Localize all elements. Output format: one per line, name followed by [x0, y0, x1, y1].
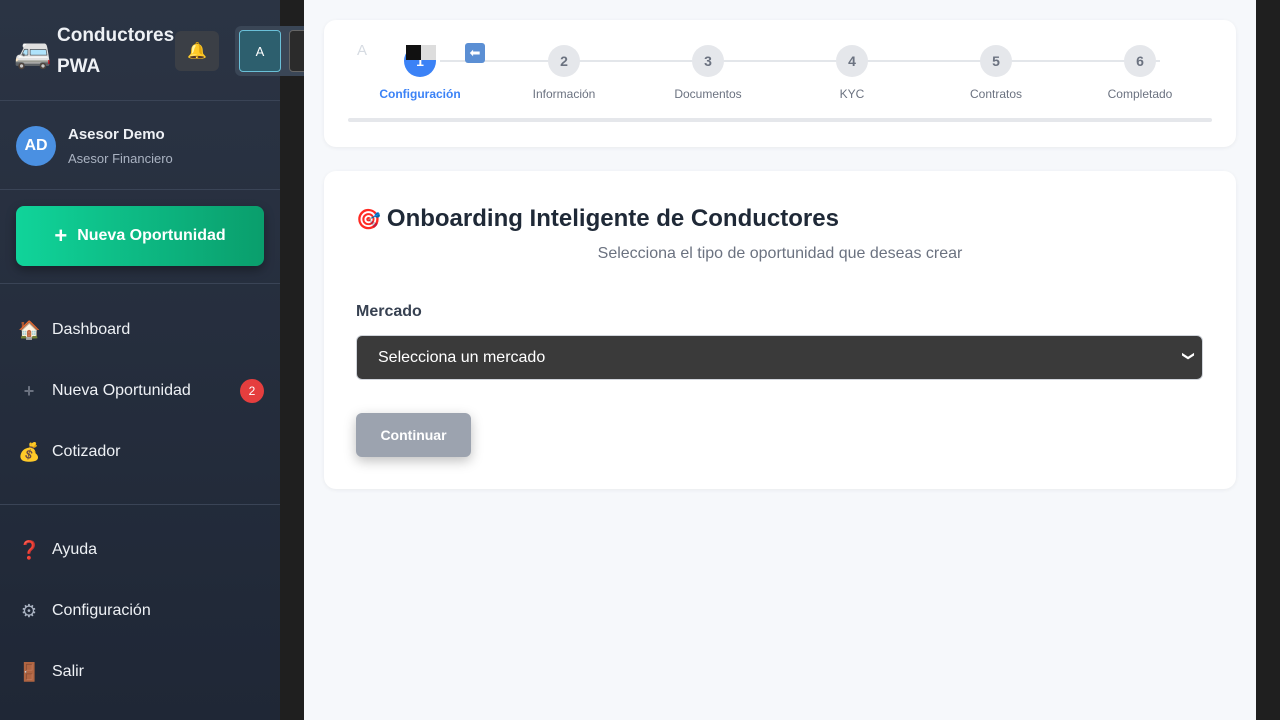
user-name: Asesor Demo: [68, 126, 165, 143]
market-select-value: Selecciona un mercado: [378, 348, 546, 366]
progress-bar: [348, 118, 1212, 122]
sidebar-item-new-opportunity[interactable]: + Nueva Oportunidad 2: [0, 369, 280, 413]
step-label: Información: [532, 87, 596, 101]
new-opportunity-label: Nueva Oportunidad: [77, 227, 226, 244]
progress-stepper: 1 Configuración 2 Información 3 Document…: [324, 20, 1236, 147]
sidebar-item-configuracion[interactable]: ⚙ Configuración: [0, 589, 280, 633]
step-2[interactable]: 2 Información: [504, 45, 624, 101]
page-subtitle: Selecciona el tipo de oportunidad que de…: [597, 245, 963, 262]
plus-icon: +: [23, 380, 35, 401]
divider: [0, 283, 280, 284]
continue-button[interactable]: Continuar: [356, 413, 471, 457]
sidebar-item-ayuda[interactable]: ❓ Ayuda: [0, 528, 280, 572]
divider: [0, 504, 280, 505]
sidebar-item-label: Configuración: [52, 602, 151, 619]
step-5[interactable]: 5 Contratos: [936, 45, 1056, 101]
back-arrow-icon[interactable]: ⬅: [465, 43, 485, 63]
form-title-row: 🎯 Onboarding Inteligente de Conductores: [356, 205, 839, 233]
sidebar-item-label: Dashboard: [52, 321, 131, 338]
sidebar-item-label: Cotizador: [52, 443, 121, 460]
money-bag-icon: 💰: [18, 441, 41, 462]
step-number: 6: [1124, 45, 1156, 77]
sidebar-item-cotizador[interactable]: 💰 Cotizador: [0, 430, 280, 474]
sidebar: 🚐 Conductores PWA AD Asesor Demo Asesor …: [0, 0, 280, 720]
step-number: 2: [548, 45, 580, 77]
step-number: 4: [836, 45, 868, 77]
step-label: Contratos: [969, 87, 1023, 101]
sidebar-item-label: Salir: [52, 663, 85, 680]
market-select[interactable]: Selecciona un mercado ❯: [356, 335, 1203, 380]
font-size-button[interactable]: A: [239, 30, 281, 72]
step-number: 3: [692, 45, 724, 77]
step-label: Configuración: [379, 87, 461, 101]
user-profile: AD Asesor Demo Asesor Financiero: [0, 101, 280, 190]
new-opportunity-button[interactable]: + Nueva Oportunidad: [16, 206, 264, 266]
step-6[interactable]: 6 Completado: [1080, 45, 1200, 101]
sidebar-item-label: Ayuda: [52, 541, 98, 558]
bus-icon: 🚐: [14, 37, 52, 70]
step-label: KYC: [839, 87, 865, 101]
plus-icon: +: [54, 223, 68, 248]
house-icon: 🏠: [18, 319, 41, 340]
page-title: Onboarding Inteligente de Conductores: [386, 205, 839, 232]
onboarding-form: 🎯 Onboarding Inteligente de Conductores …: [324, 171, 1236, 489]
user-role: Asesor Financiero: [68, 151, 173, 166]
sidebar-item-label: Nueva Oportunidad: [52, 382, 191, 399]
step-3[interactable]: 3 Documentos: [648, 45, 768, 101]
app-title: Conductores PWA: [57, 25, 175, 77]
question-icon: ❓: [18, 539, 41, 560]
chevron-down-icon: ❯: [1181, 350, 1196, 362]
gear-icon: ⚙: [20, 600, 38, 621]
step-4[interactable]: 4 KYC: [792, 45, 912, 101]
step-label: Documentos: [674, 87, 742, 101]
sidebar-item-dashboard[interactable]: 🏠 Dashboard: [0, 308, 280, 352]
step-label: Completado: [1107, 87, 1173, 101]
sidebar-item-salir[interactable]: 🚪 Salir: [0, 650, 280, 694]
market-label: Mercado: [356, 303, 422, 320]
avatar: AD: [16, 126, 56, 166]
bell-icon: 🔔: [187, 43, 207, 60]
contrast-button[interactable]: A: [289, 30, 305, 72]
notifications-button[interactable]: 🔔: [175, 31, 219, 71]
notification-badge: 2: [240, 379, 264, 403]
contrast-toggle-icon[interactable]: [406, 45, 436, 60]
main-content: 1 Configuración 2 Información 3 Document…: [304, 0, 1256, 720]
step-number: 5: [980, 45, 1012, 77]
door-icon: 🚪: [18, 661, 41, 682]
accessibility-toolbar: A A: [235, 26, 305, 76]
ghost-letter: A: [357, 42, 368, 59]
target-icon: 🎯: [356, 208, 381, 231]
